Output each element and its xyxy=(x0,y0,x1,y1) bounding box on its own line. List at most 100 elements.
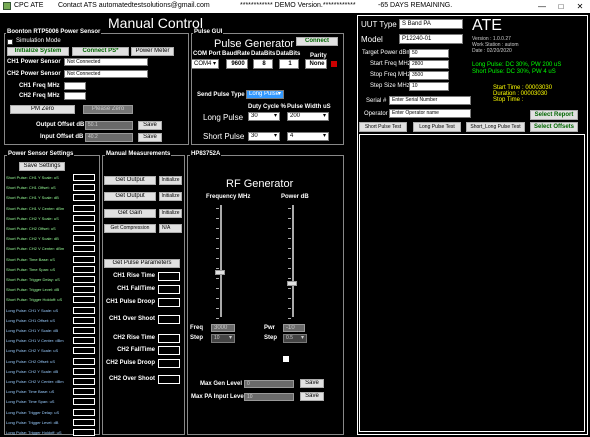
ch1-freq-field[interactable] xyxy=(64,82,86,90)
operator-input[interactable]: Enter Operator name xyxy=(389,109,471,118)
minimize-icon[interactable]: — xyxy=(532,0,552,13)
ch1-power-sensor-field[interactable]: Not Connected xyxy=(64,58,148,66)
power-slider-thumb[interactable] xyxy=(287,281,297,286)
setting-input[interactable] xyxy=(73,368,95,375)
setting-input[interactable] xyxy=(73,215,95,222)
max-pa-input-field[interactable]: 10 xyxy=(244,393,294,401)
max-gen-save-button[interactable]: Save xyxy=(300,379,324,388)
test-results-area[interactable] xyxy=(359,134,585,432)
select-offsets-button[interactable]: Select Offsets xyxy=(530,122,578,132)
setting-input[interactable] xyxy=(73,184,95,191)
get-output-button-2[interactable]: Get Output xyxy=(104,192,156,201)
setting-input[interactable] xyxy=(73,286,95,293)
setting-input[interactable] xyxy=(73,205,95,212)
input-offset-label: Input Offset dB xyxy=(40,134,84,140)
initialize-button-3[interactable]: Initialize xyxy=(159,209,182,218)
please-zero-button[interactable]: Please Zero xyxy=(83,105,133,114)
setting-input[interactable] xyxy=(73,378,95,385)
measurement-label: CH2 Pulse Droop xyxy=(105,360,155,366)
setting-input[interactable] xyxy=(73,276,95,283)
target-power-field[interactable]: 50 xyxy=(409,49,449,58)
short-long-pulse-test-button[interactable]: Short_Long Pulse Test xyxy=(466,122,525,132)
setting-input[interactable] xyxy=(73,256,95,263)
long-pulse-test-button[interactable]: Long Pulse Test xyxy=(413,122,461,132)
com-port-select[interactable]: COM4 xyxy=(191,59,219,69)
setting-input[interactable] xyxy=(73,174,95,181)
setting-label: Long Pulse: CH2 Y Scale: uS xyxy=(6,348,59,353)
stop-freq-field[interactable]: 3500 xyxy=(409,71,449,80)
setting-input[interactable] xyxy=(73,235,95,242)
parity-field[interactable]: None xyxy=(305,59,327,69)
uut-type-field[interactable]: S Band PA xyxy=(399,19,463,29)
setting-input[interactable] xyxy=(73,317,95,324)
model-field[interactable]: P12240-01 xyxy=(399,34,463,44)
setting-input[interactable] xyxy=(73,388,95,395)
initialize-system-button[interactable]: Initialize System xyxy=(7,47,69,56)
send-pulse-type-label: Send Pulse Type xyxy=(197,92,245,98)
frequency-slider-thumb[interactable] xyxy=(215,270,225,275)
power-slider-track[interactable] xyxy=(292,205,294,317)
power-meter-button[interactable]: Power Meter xyxy=(131,47,174,56)
setting-input[interactable] xyxy=(73,429,95,436)
frequency-slider-track[interactable] xyxy=(220,205,222,317)
long-width-select[interactable]: 200 xyxy=(287,112,329,121)
simulation-mode-checkbox[interactable] xyxy=(7,39,13,45)
get-pulse-parameters-button[interactable]: Get Pulse Parameters xyxy=(104,259,180,268)
pwr-value-field[interactable]: -10 xyxy=(283,324,305,332)
input-offset-save-button[interactable]: Save xyxy=(138,133,162,142)
short-pulse-test-button[interactable]: Short Pulse Test xyxy=(359,122,407,132)
long-duty-select[interactable]: 30 xyxy=(248,112,280,121)
measurement-value xyxy=(158,334,180,343)
get-compression-button[interactable]: Get Compression xyxy=(104,224,156,233)
measurement-label: CH1 Pulse Droop xyxy=(105,299,155,305)
save-settings-button[interactable]: Save Settings xyxy=(19,162,65,171)
output-offset-field[interactable]: 50.1 xyxy=(85,121,133,130)
maximize-icon[interactable]: □ xyxy=(551,0,571,13)
baudrate-field[interactable]: 9600 xyxy=(226,59,248,69)
serial-number-input[interactable]: Enter Serial Number xyxy=(389,96,471,105)
databits-field[interactable]: 8 xyxy=(253,59,273,69)
max-pa-save-button[interactable]: Save xyxy=(300,392,324,401)
connect-ps-button[interactable]: Connect PS* xyxy=(72,47,129,56)
send-pulse-type-select[interactable]: Long Pulse xyxy=(246,90,284,99)
setting-input[interactable] xyxy=(73,409,95,416)
setting-input[interactable] xyxy=(73,194,95,201)
initialize-button-2[interactable]: Initialize xyxy=(159,192,182,201)
stopbits-field[interactable]: 1 xyxy=(279,59,299,69)
max-gen-level-field[interactable]: 0 xyxy=(244,380,294,388)
freq-value-field[interactable]: 3000 xyxy=(211,324,235,332)
power-sensor-settings-header: Power Sensor Settings xyxy=(7,151,75,157)
setting-input[interactable] xyxy=(73,327,95,334)
setting-input[interactable] xyxy=(73,245,95,252)
slider-tick xyxy=(288,258,291,259)
short-width-select[interactable]: 4 xyxy=(287,132,329,141)
start-freq-field[interactable]: 2800 xyxy=(409,60,449,69)
setting-label: Long Pulse: CH1 V Center: dBm xyxy=(6,338,64,343)
setting-input[interactable] xyxy=(73,419,95,426)
setting-input[interactable] xyxy=(73,337,95,344)
close-icon[interactable]: ✕ xyxy=(570,0,590,13)
ch2-freq-field[interactable] xyxy=(64,92,86,100)
setting-input[interactable] xyxy=(73,347,95,354)
setting-input[interactable] xyxy=(73,307,95,314)
initialize-button-1[interactable]: Initialize xyxy=(159,176,182,185)
pwr-step-select[interactable]: 0.5 xyxy=(283,334,307,343)
get-output-button-1[interactable]: Get Output xyxy=(104,176,156,185)
setting-input[interactable] xyxy=(73,296,95,303)
setting-input[interactable] xyxy=(73,358,95,365)
input-offset-field[interactable]: 40.2 xyxy=(85,133,133,142)
short-duty-select[interactable]: 30 xyxy=(248,132,280,141)
pulse-connect-button[interactable]: Connect xyxy=(296,37,338,46)
setting-input[interactable] xyxy=(73,225,95,232)
pm-zero-button[interactable]: PM Zero xyxy=(10,105,75,114)
setting-input[interactable] xyxy=(73,266,95,273)
step-size-field[interactable]: 10 xyxy=(409,82,449,91)
select-report-button[interactable]: Select Report xyxy=(530,110,578,120)
simulation-mode-label: Simulation Mode xyxy=(16,38,61,44)
ch2-power-sensor-field[interactable]: Not Connected xyxy=(64,70,148,78)
get-gain-button[interactable]: Get Gain xyxy=(104,209,156,218)
output-offset-save-button[interactable]: Save xyxy=(138,121,162,130)
slider-tick xyxy=(288,248,291,249)
setting-input[interactable] xyxy=(73,398,95,405)
freq-step-select[interactable]: 10 xyxy=(211,334,235,343)
